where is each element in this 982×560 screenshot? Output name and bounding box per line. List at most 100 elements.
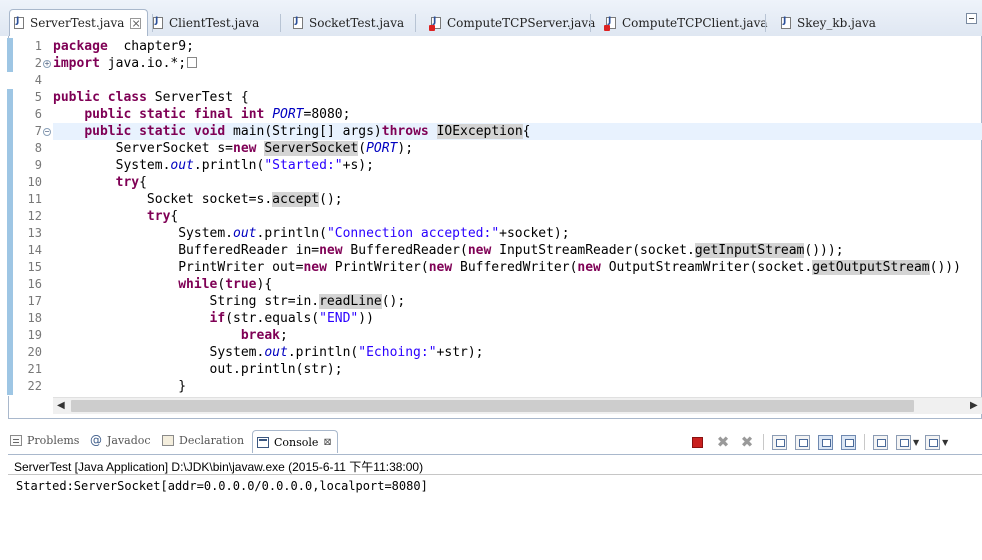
java-file-error-icon <box>429 16 441 31</box>
chevron-down-icon[interactable]: ▼ <box>913 438 919 447</box>
show-on-stdout-icon[interactable] <box>818 434 833 450</box>
code-token: ){ <box>256 277 273 292</box>
scroll-right-icon[interactable]: ▶ <box>970 400 978 411</box>
folded-imports-icon[interactable] <box>187 57 198 68</box>
editor-tab-skey-kb[interactable]: Skey_kb.java <box>781 11 876 35</box>
code-token: System. <box>53 158 171 173</box>
code-token: InputStreamReader(socket. <box>491 243 695 258</box>
editor-tab-clienttest[interactable]: ClientTest.java <box>153 11 259 35</box>
remove-all-terminated-icon[interactable]: ✖ <box>739 434 755 450</box>
code-token: import <box>53 56 100 71</box>
code-line[interactable]: PrintWriter out=new PrintWriter(new Buff… <box>53 259 982 276</box>
code-token: String str=in. <box>53 294 320 309</box>
editor-tab-computetcpclient[interactable]: ComputeTCPClient.java <box>604 11 768 35</box>
editor-tab-label: ClientTest.java <box>169 16 260 30</box>
code-line[interactable]: String str=in.readLine(); <box>53 293 982 310</box>
code-line[interactable]: System.out.println("Echoing:"+str); <box>53 344 982 361</box>
tab-javadoc[interactable]: @ Javadoc <box>90 434 151 447</box>
code-area[interactable]: package chapter9; import java.io.*; publi… <box>53 38 982 396</box>
code-token: OutputStreamWriter(socket. <box>600 260 813 275</box>
code-line[interactable]: break; <box>53 327 982 344</box>
code-line[interactable]: System.out.println("Connection accepted:… <box>53 225 982 242</box>
code-line[interactable]: public class ServerTest { <box>53 89 982 106</box>
line-number: 15 <box>27 260 42 274</box>
scroll-lock-icon[interactable] <box>795 434 810 450</box>
tab-label: Javadoc <box>107 434 151 447</box>
chevron-down-icon[interactable]: ▼ <box>942 438 948 447</box>
code-line[interactable]: System.out.println("Started:"+s); <box>53 157 982 174</box>
code-line[interactable]: while(true){ <box>53 276 982 293</box>
horizontal-scrollbar[interactable]: ◀ ▶ <box>53 397 982 414</box>
code-token: true <box>225 277 257 292</box>
editor-tab-servertest[interactable]: ServerTest.java × <box>9 9 149 36</box>
editor-tab-label: Skey_kb.java <box>797 16 876 30</box>
scrollbar-thumb[interactable] <box>71 400 914 412</box>
code-token: package <box>53 39 108 54</box>
code-token: getOutputStream <box>812 260 930 275</box>
terminate-icon[interactable] <box>692 436 703 448</box>
code-token: .println( <box>287 345 359 360</box>
code-line[interactable]: import java.io.*; <box>53 55 982 72</box>
toolbar-separator <box>763 434 764 450</box>
remove-launch-icon[interactable]: ✖ <box>715 434 731 450</box>
code-line[interactable]: try{ <box>53 208 982 225</box>
code-token: +str); <box>436 345 484 360</box>
code-token: ())) <box>929 260 961 275</box>
code-line[interactable]: package chapter9; <box>53 38 982 55</box>
expand-fold-icon[interactable]: + <box>43 60 51 68</box>
line-number: 16 <box>27 277 42 291</box>
code-line[interactable]: Socket socket=s.accept(); <box>53 191 982 208</box>
open-console-icon[interactable] <box>925 434 941 450</box>
tab-divider <box>590 14 591 32</box>
close-icon[interactable]: × <box>130 17 142 29</box>
code-token: BufferedReader in= <box>53 243 320 258</box>
tab-divider <box>415 14 416 32</box>
code-line[interactable]: } <box>53 378 982 395</box>
display-console-icon[interactable] <box>896 434 911 450</box>
tab-console[interactable]: Console ⊠ <box>252 430 338 453</box>
tab-declaration[interactable]: Declaration <box>162 434 244 447</box>
editor-tab-computetcpserver[interactable]: ComputeTCPServer.java <box>429 11 595 35</box>
console-output[interactable]: Started:ServerSocket[addr=0.0.0.0/0.0.0.… <box>16 478 428 494</box>
code-token: static <box>139 124 187 139</box>
code-line[interactable]: public static void main(String[] args)th… <box>53 123 982 140</box>
code-line[interactable]: out.println(str); <box>53 361 982 378</box>
code-line[interactable]: public static final int PORT=8080; <box>53 106 982 123</box>
minimize-icon[interactable] <box>966 13 977 24</box>
line-number: 9 <box>34 158 42 172</box>
code-line[interactable]: BufferedReader in=new BufferedReader(new… <box>53 242 982 259</box>
code-token: { <box>139 175 147 190</box>
line-number: 5 <box>34 90 42 104</box>
code-token: public <box>84 107 132 122</box>
code-token: if <box>209 311 226 326</box>
java-file-icon <box>153 16 163 29</box>
code-token: new <box>467 243 492 258</box>
line-number: 17 <box>27 294 42 308</box>
code-token: PrintWriter( <box>326 260 429 275</box>
problems-icon <box>10 435 22 446</box>
tab-problems[interactable]: Problems <box>10 434 79 447</box>
tab-label: Problems <box>27 434 80 447</box>
pin-console-icon[interactable] <box>873 434 888 450</box>
code-line[interactable]: if(str.equals("END")) <box>53 310 982 327</box>
editor-tab-sockettest[interactable]: SocketTest.java <box>293 11 404 35</box>
collapse-fold-icon[interactable]: − <box>43 128 51 136</box>
code-line[interactable]: ServerSocket s=new ServerSocket(PORT); <box>53 140 982 157</box>
clear-console-icon[interactable] <box>772 434 787 450</box>
code-line[interactable]: try{ <box>53 174 982 191</box>
line-number: 8 <box>34 141 42 155</box>
close-icon[interactable]: ⊠ <box>323 437 331 448</box>
javadoc-icon: @ <box>90 433 102 447</box>
show-on-stderr-icon[interactable] <box>841 434 856 450</box>
code-token: new <box>577 260 601 275</box>
line-number: 19 <box>27 328 42 342</box>
scroll-left-icon[interactable]: ◀ <box>57 400 65 411</box>
code-line[interactable] <box>53 72 982 89</box>
code-token: int <box>240 107 265 122</box>
line-number: 4 <box>34 73 42 87</box>
